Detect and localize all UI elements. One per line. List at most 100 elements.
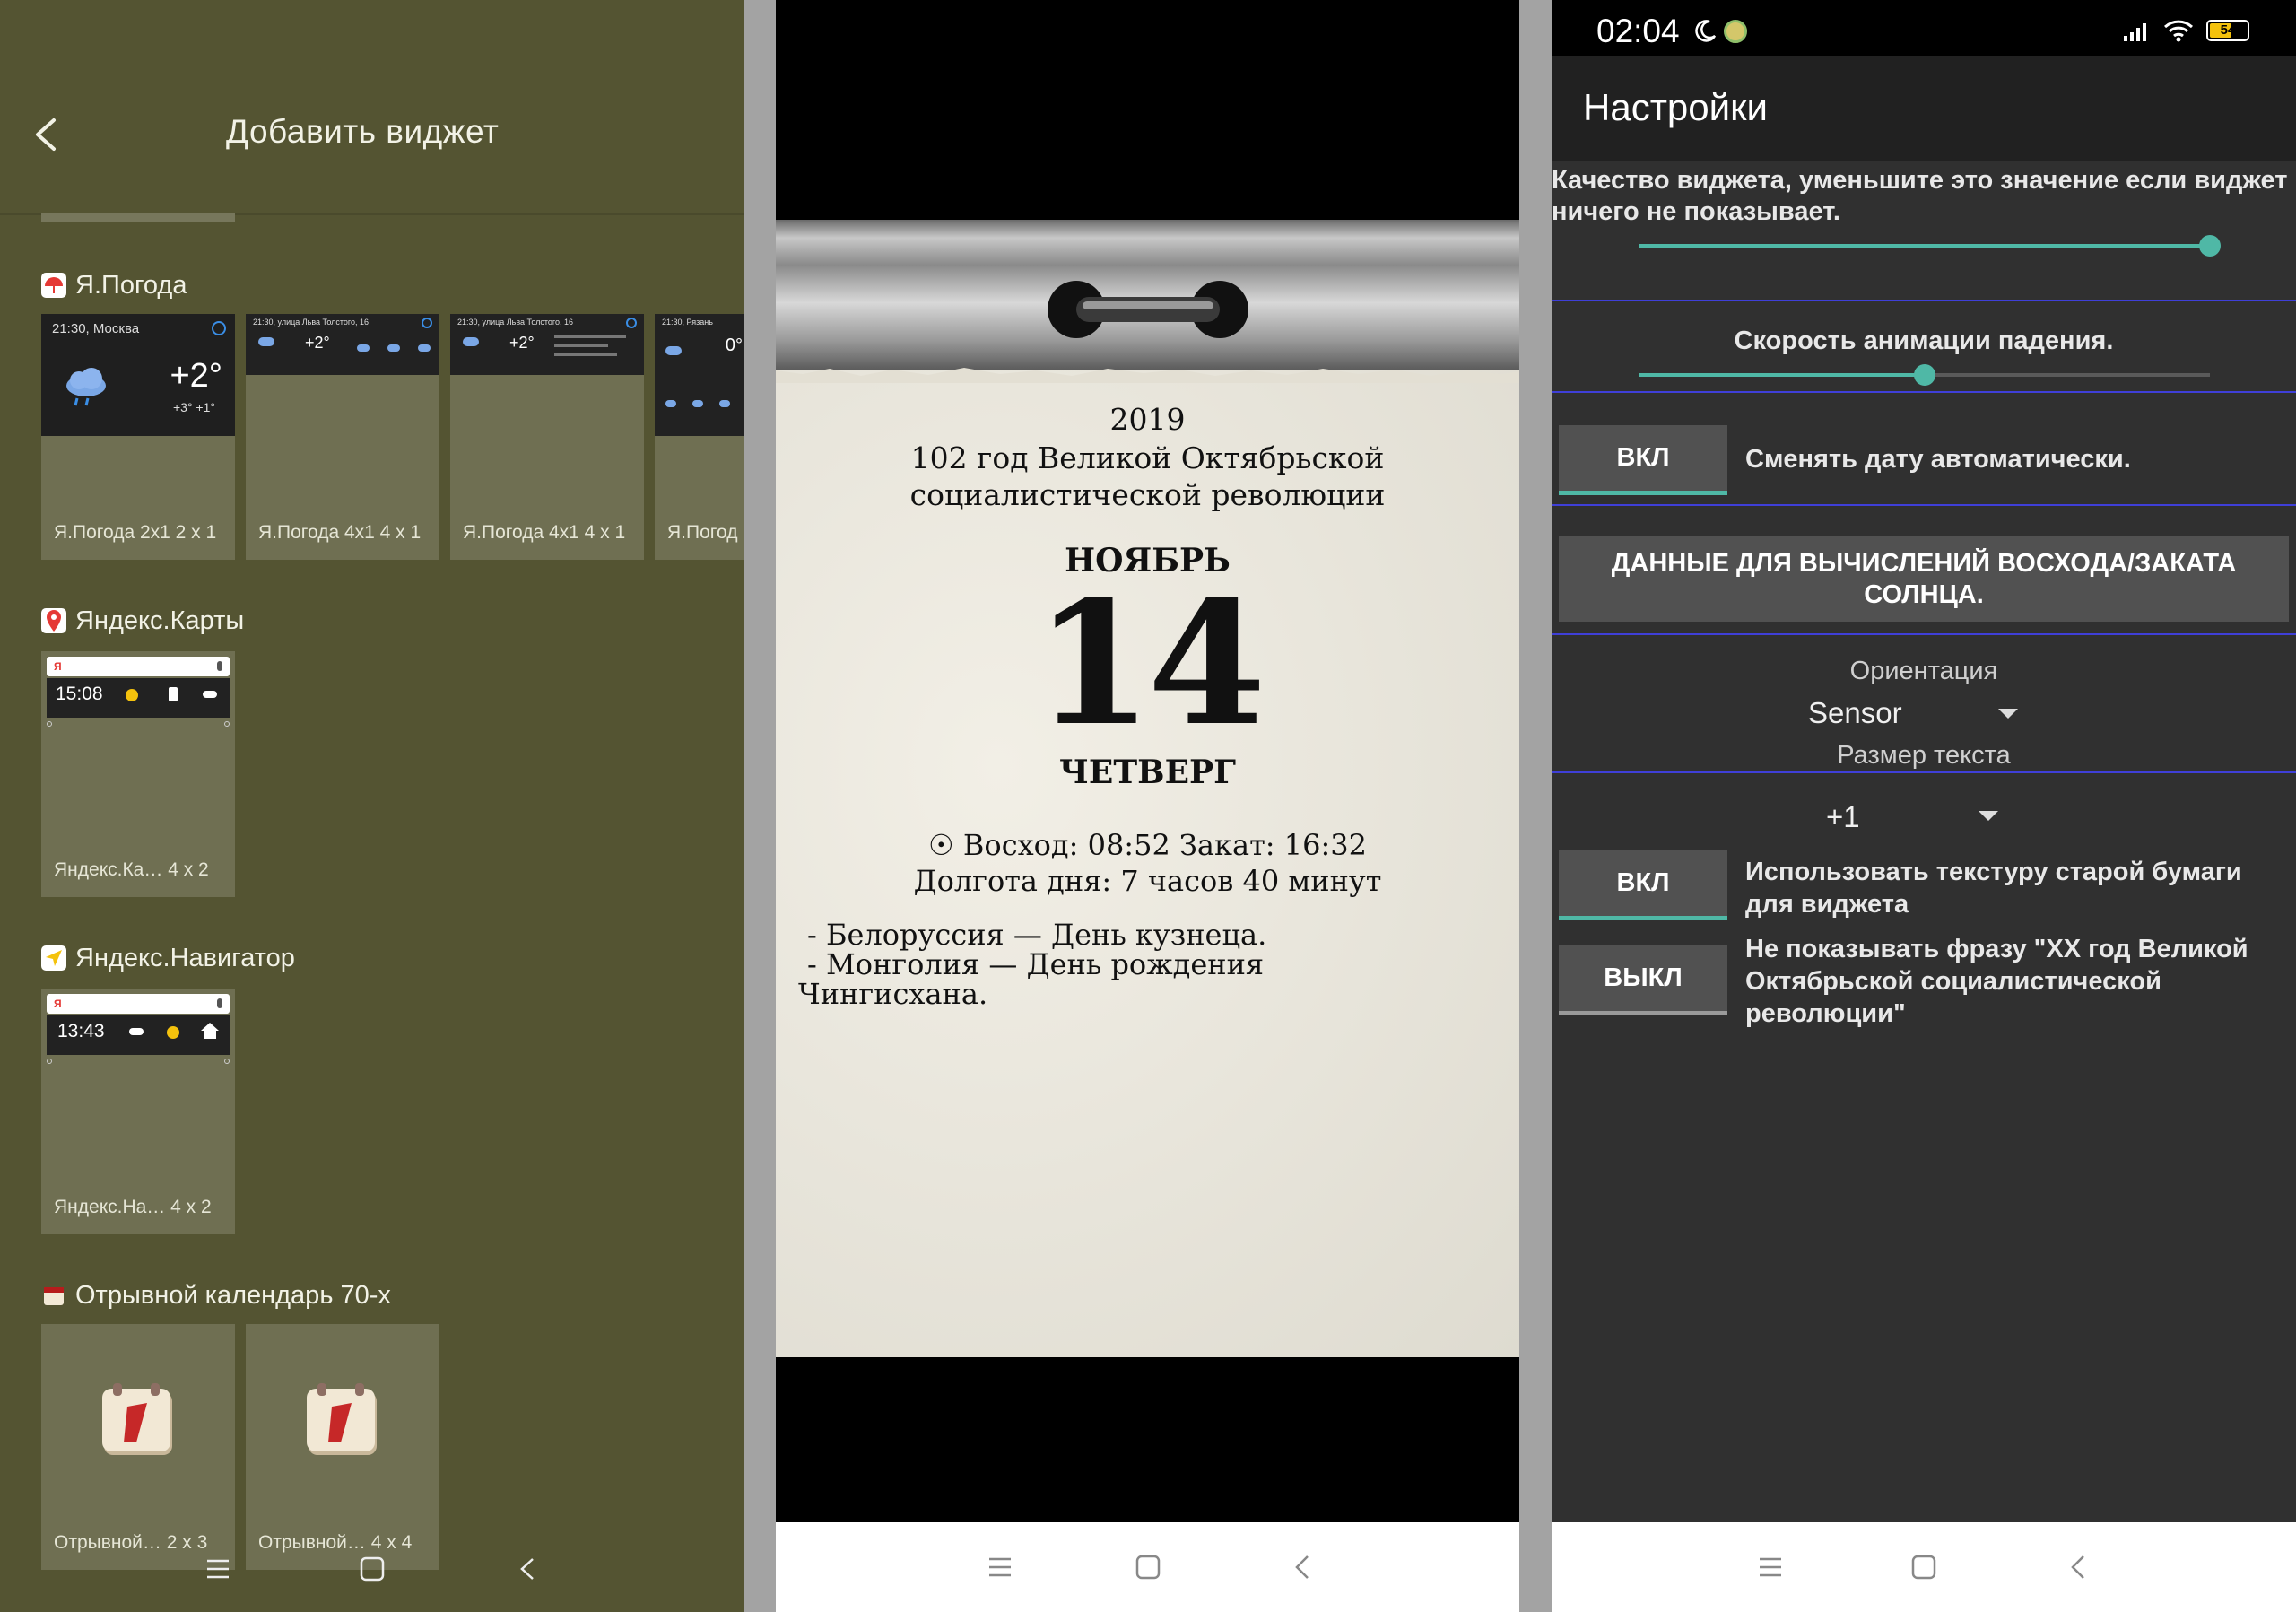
battery-level: 54 xyxy=(2220,22,2236,38)
cloud-icon xyxy=(129,1028,144,1035)
preview-location: 21:30, улица Льва Толстого, 16 xyxy=(253,318,370,327)
cloud-icon xyxy=(418,344,430,352)
detail-line xyxy=(554,344,608,347)
divider xyxy=(1552,771,2296,773)
section-label: Отрывной календарь 70-х xyxy=(75,1280,391,1310)
refresh-icon xyxy=(422,318,432,328)
search-bar: Я xyxy=(47,657,230,676)
status-bar: 02:04 54 xyxy=(1552,0,2296,56)
page-title: Настройки xyxy=(1583,86,1768,128)
back-nav-icon[interactable] xyxy=(1283,1547,1323,1587)
widget-card-calendar-4x4[interactable]: Отрывной… 4 x 4 xyxy=(246,1324,439,1570)
widget-caption: Я.Погода 4x1 4 x 1 xyxy=(463,522,626,543)
holidays-list: - Белоруссия — День кузнеца. - Монголия … xyxy=(798,918,1267,1009)
navigation-bar xyxy=(1552,1522,2296,1612)
widget-card-weather-2x1[interactable]: 21:30, Москва +2° +3° +1° Я.Погода 2x1 2… xyxy=(41,314,235,560)
slider-thumb[interactable] xyxy=(1914,364,1935,386)
back-arrow-icon[interactable] xyxy=(29,113,65,156)
home-square-icon[interactable] xyxy=(1128,1547,1168,1587)
orientation-value: Sensor xyxy=(1808,696,1902,729)
preview-location: 21:30, Рязань xyxy=(662,318,713,327)
section-yandex-weather: Я.Погода xyxy=(41,266,187,305)
preview-temp: +2° xyxy=(509,334,535,352)
calendar-app-icon xyxy=(41,1283,66,1308)
search-bar: Я xyxy=(47,994,230,1014)
wifi-icon xyxy=(2163,20,2194,42)
page-dot xyxy=(224,721,230,727)
moon-icon xyxy=(1695,20,1717,42)
calendar-preview-panel: 2019 102 год Великой Октябрьской социали… xyxy=(776,0,1519,1612)
auto-date-label: Сменять дату автоматически. xyxy=(1745,445,2131,474)
menu-icon[interactable] xyxy=(1751,1547,1790,1587)
divider xyxy=(1552,633,2296,635)
mic-icon xyxy=(217,661,222,671)
widget-card-maps-4x2[interactable]: Я 15:08 Яндекс.Ка… 4 x 2 xyxy=(41,651,235,897)
widget-card-navigator-4x2[interactable]: Я 13:43 Яндекс.На… 4 x 2 xyxy=(41,989,235,1234)
calendar-page-icon xyxy=(102,1383,172,1455)
menu-icon[interactable] xyxy=(980,1547,1020,1587)
back-nav-icon[interactable] xyxy=(517,1555,538,1582)
section-label: Я.Погода xyxy=(75,270,187,300)
phrase-label: Не показывать фразу "XX год Великой Октя… xyxy=(1745,935,2248,1028)
preview-location: 21:30, улица Льва Толстого, 16 xyxy=(457,318,574,327)
widget-caption: Я.Погода 4x1 4 x 1 xyxy=(258,522,422,543)
divider xyxy=(1552,391,2296,393)
menu-icon[interactable] xyxy=(204,1557,231,1581)
divider xyxy=(1552,300,2296,301)
widget-card-weather-4x1-b[interactable]: 21:30, улица Льва Толстого, 16 +2° Я.Пог… xyxy=(450,314,644,560)
preview-minmax: +3° +1° xyxy=(172,400,215,414)
page-dot xyxy=(47,1059,52,1064)
cloud-icon xyxy=(357,344,370,352)
sun-data-button[interactable]: ДАННЫЕ ДЛЯ ВЫЧИСЛЕНИЙ ВОСХОДА/ЗАКАТА СОЛ… xyxy=(1559,536,2289,622)
cloud-icon xyxy=(203,691,217,698)
sun-icon xyxy=(167,1026,179,1039)
home-square-icon[interactable] xyxy=(1904,1547,1944,1587)
auto-date-toggle[interactable]: ВКЛ xyxy=(1559,425,1727,495)
cloud-icon xyxy=(665,400,676,407)
umbrella-icon xyxy=(41,273,66,298)
previous-card-stub xyxy=(41,213,235,222)
phrase-toggle[interactable]: ВЫКЛ xyxy=(1559,945,1727,1015)
revolution-line-1: 102 год Великой Октябрьской xyxy=(910,440,1385,475)
calendar-page-icon xyxy=(307,1383,377,1455)
cloud-icon xyxy=(387,344,400,352)
widget-caption: Отрывной… 4 x 4 xyxy=(258,1532,413,1553)
status-time: 02:04 xyxy=(1596,13,1680,49)
holiday-item: - Белоруссия — День кузнеца. xyxy=(807,918,1267,952)
calendar-year: 2019 xyxy=(1109,402,1186,437)
widget-preview: 21:30, улица Льва Толстого, 16 +2° xyxy=(246,314,439,375)
widget-preview: 21:30, Рязань 0° xyxy=(655,314,744,436)
navigation-bar xyxy=(776,1522,1519,1612)
preview-time: 13:43 xyxy=(57,1021,105,1041)
holiday-item-continued: Чингисхана. xyxy=(798,977,988,1011)
texture-toggle[interactable]: ВКЛ xyxy=(1559,850,1727,920)
speed-label: Скорость анимации падения. xyxy=(1734,327,2114,355)
home-square-icon[interactable] xyxy=(359,1555,386,1582)
chevron-down-icon xyxy=(1998,709,2018,719)
widget-picker-panel: Добавить виджет Я.Погода 21:30, Москва +… xyxy=(0,0,744,1612)
slider-thumb[interactable] xyxy=(2199,235,2221,257)
widget-card-weather-partial[interactable]: 21:30, Рязань 0° Я.Погод xyxy=(655,314,744,560)
widget-card-calendar-2x3[interactable]: Отрывной… 2 x 3 xyxy=(41,1324,235,1570)
widget-caption: Яндекс.Ка… 4 x 2 xyxy=(54,859,209,880)
widget-caption: Отрывной… 2 x 3 xyxy=(54,1532,208,1553)
app-bar: Настройки xyxy=(1552,56,2296,161)
widget-card-weather-4x1-a[interactable]: 21:30, улица Льва Толстого, 16 +2° Я.Пог… xyxy=(246,314,439,560)
page-dot xyxy=(224,1059,230,1064)
slider-fill xyxy=(1639,244,2210,248)
battery-icon xyxy=(169,687,178,701)
preview-time: 15:08 xyxy=(56,684,103,704)
cloud-icon xyxy=(258,337,274,346)
calendar-weekday: ЧЕТВЕРГ xyxy=(1059,754,1236,791)
back-nav-icon[interactable] xyxy=(2059,1547,2099,1587)
sunrise-sunset: ☉ Восход: 08:52 Закат: 16:32 xyxy=(928,828,1367,862)
cloud-rain-icon xyxy=(66,368,106,406)
map-pin-icon xyxy=(41,608,66,633)
section-yandex-maps: Яндекс.Карты xyxy=(41,601,244,640)
day-length: Долгота дня: 7 часов 40 минут xyxy=(913,864,1382,898)
revolution-line-2: социалистической революции xyxy=(909,477,1386,512)
widget-caption: Я.Погода 2x1 2 x 1 xyxy=(54,522,217,543)
torn-edge xyxy=(776,368,1519,383)
cloud-icon xyxy=(692,400,703,407)
settings-panel: 02:04 54 Настройки Качество виджета, уме… xyxy=(1552,0,2296,1612)
